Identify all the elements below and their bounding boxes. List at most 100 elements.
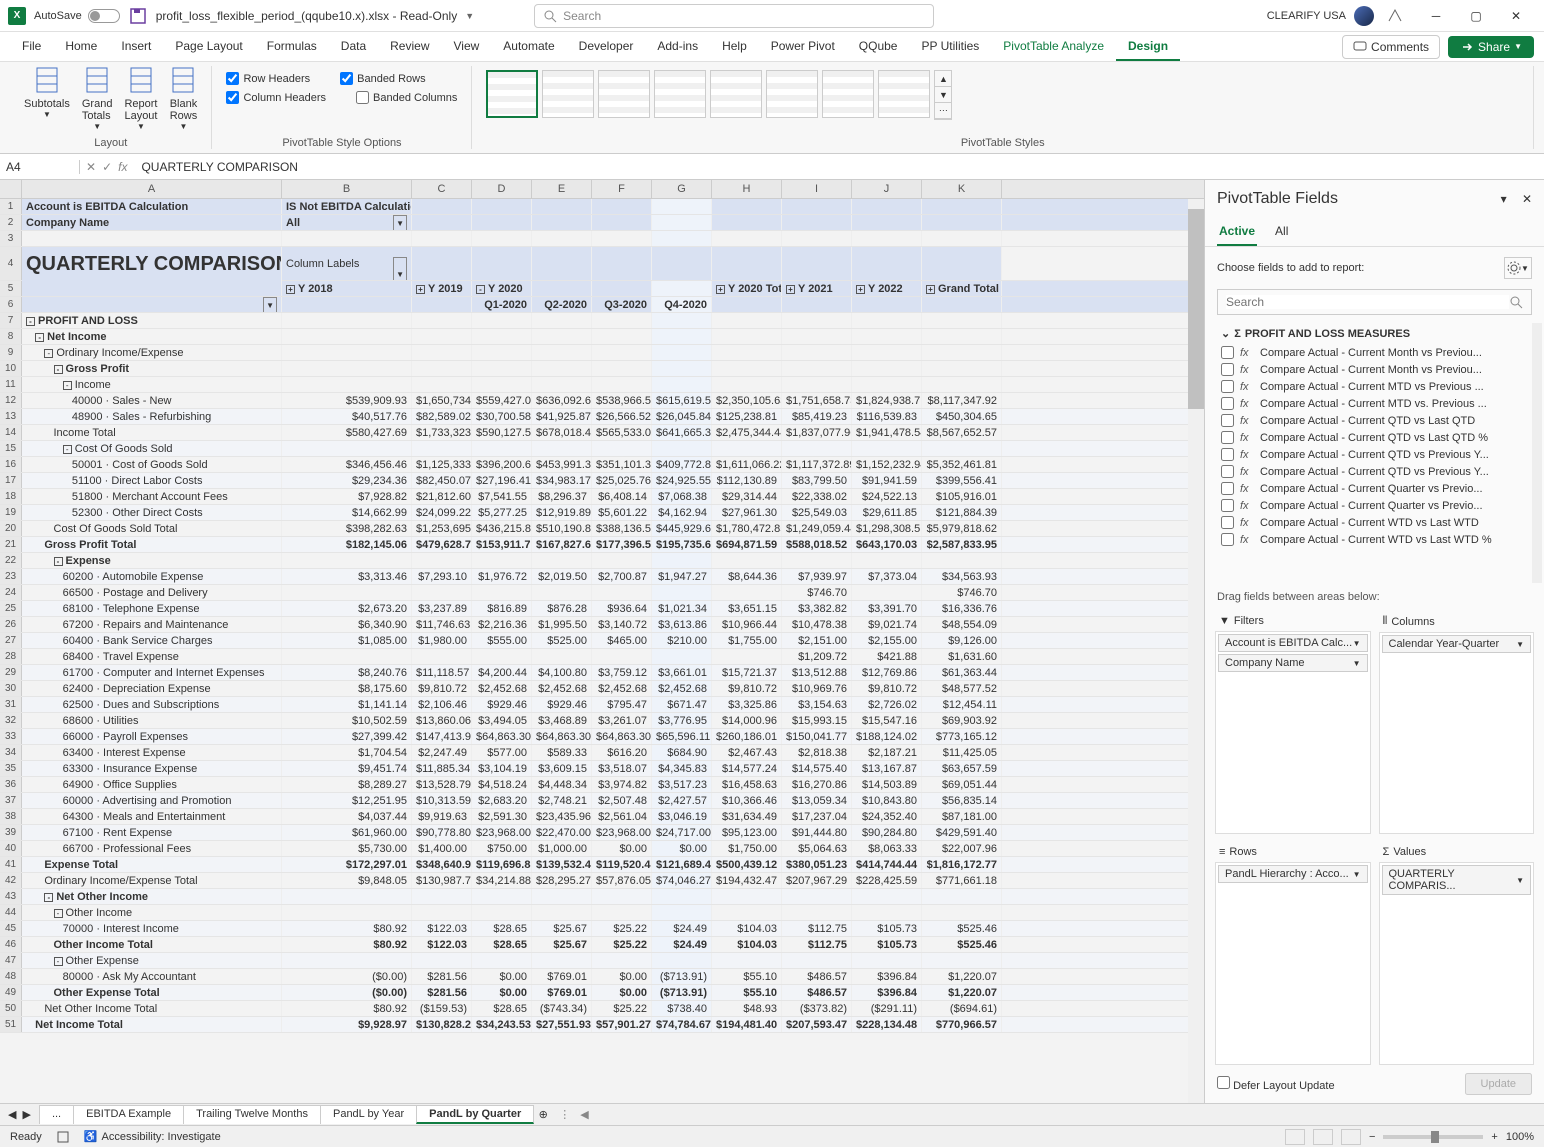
cell[interactable]: $678,018.47 (532, 425, 592, 440)
view-page-break-button[interactable] (1341, 1129, 1361, 1145)
cell[interactable]: $616.20 (592, 745, 652, 760)
cell[interactable]: $55.10 (712, 969, 782, 984)
cell[interactable]: $1,298,308.51 (852, 521, 922, 536)
row-header[interactable]: 38 (0, 809, 22, 824)
field-item[interactable]: fxCompare Actual - Current Quarter vs Pr… (1217, 497, 1532, 514)
cell[interactable]: $1,209.72 (782, 649, 852, 664)
cell[interactable]: $82,589.02 (412, 409, 472, 424)
cell[interactable]: 66700 · Professional Fees (22, 841, 282, 856)
cell[interactable]: $16,270.86 (782, 777, 852, 792)
zoom-in-icon[interactable]: + (1491, 1131, 1497, 1143)
view-page-layout-button[interactable] (1313, 1129, 1333, 1145)
cell[interactable]: Other Expense Total (22, 985, 282, 1000)
ribbon-tab-page-layout[interactable]: Page Layout (163, 33, 254, 61)
gallery-up-icon[interactable]: ▲ (935, 71, 951, 87)
cell[interactable] (532, 215, 592, 230)
cell[interactable]: -Expense (22, 553, 282, 568)
cell[interactable]: Q4-2020 (652, 297, 712, 312)
field-item[interactable]: fxCompare Actual - Current QTD vs Last Q… (1217, 429, 1532, 446)
cell[interactable]: $29,314.44 (712, 489, 782, 504)
cell[interactable] (712, 553, 782, 568)
cell[interactable]: $2,452.68 (592, 681, 652, 696)
cell[interactable]: $24,925.55 (652, 473, 712, 488)
cell[interactable] (652, 649, 712, 664)
cell[interactable]: Expense Total (22, 857, 282, 872)
account-avatar[interactable] (1354, 6, 1374, 26)
cell[interactable]: $2,561.04 (592, 809, 652, 824)
cell[interactable] (472, 905, 532, 920)
cell[interactable] (712, 377, 782, 392)
cell[interactable]: $3,154.63 (782, 697, 852, 712)
enter-icon[interactable]: ✓ (102, 160, 112, 174)
cell[interactable]: $615,619.51 (652, 393, 712, 408)
cell[interactable]: $10,478.38 (782, 617, 852, 632)
cell[interactable] (712, 953, 782, 968)
cell[interactable]: $119,696.83 (472, 857, 532, 872)
cell[interactable]: $1,220.07 (922, 969, 1002, 984)
area-pill[interactable]: Calendar Year-Quarter▼ (1382, 635, 1532, 653)
minimize-button[interactable]: ─ (1416, 0, 1456, 32)
cell[interactable]: $21,812.60 (412, 489, 472, 504)
cell[interactable]: $388,136.51 (592, 521, 652, 536)
cell[interactable] (412, 199, 472, 214)
cell[interactable]: $5,601.22 (592, 505, 652, 520)
cell[interactable]: $122.03 (412, 921, 472, 936)
cell[interactable]: $8,567,652.57 (922, 425, 1002, 440)
cell[interactable]: $10,502.59 (282, 713, 412, 728)
cell[interactable]: $3,661.01 (652, 665, 712, 680)
cell[interactable]: $16,336.76 (922, 601, 1002, 616)
cell[interactable]: $746.70 (782, 585, 852, 600)
cell[interactable]: $3,974.82 (592, 777, 652, 792)
field-item[interactable]: fxCompare Actual - Current Month vs Prev… (1217, 361, 1532, 378)
cell[interactable]: $28,295.27 (532, 873, 592, 888)
cell[interactable] (592, 553, 652, 568)
cell[interactable] (922, 953, 1002, 968)
cell[interactable]: $1,220.07 (922, 985, 1002, 1000)
cell[interactable]: -Other Income (22, 905, 282, 920)
cell[interactable]: $3,759.12 (592, 665, 652, 680)
field-item[interactable]: fxCompare Actual - Current QTD vs Last Q… (1217, 412, 1532, 429)
cell[interactable]: -PROFIT AND LOSS (22, 313, 282, 328)
cell[interactable] (852, 953, 922, 968)
cell[interactable]: $1,611,066.22 (712, 457, 782, 472)
cell[interactable]: $770,966.57 (922, 1017, 1002, 1032)
ribbon-tab-pivottable-analyze[interactable]: PivotTable Analyze (991, 33, 1116, 61)
cell[interactable]: $15,993.15 (782, 713, 852, 728)
cell[interactable]: $24,717.00 (652, 825, 712, 840)
row-header[interactable]: 2 (0, 215, 22, 230)
cell[interactable]: $4,100.80 (532, 665, 592, 680)
row-header[interactable]: 42 (0, 873, 22, 888)
cell[interactable]: $8,117,347.92 (922, 393, 1002, 408)
cell[interactable]: $3,517.23 (652, 777, 712, 792)
cell[interactable] (652, 231, 712, 246)
cell[interactable] (712, 889, 782, 904)
area-pill[interactable]: Account is EBITDA Calc...▼ (1218, 634, 1368, 652)
cell[interactable]: $105.73 (852, 937, 922, 952)
ribbon-mode-icon[interactable] (1386, 7, 1404, 25)
cell[interactable] (22, 281, 282, 296)
cell[interactable]: $396,200.66 (472, 457, 532, 472)
cell[interactable] (652, 361, 712, 376)
cell[interactable]: $398,282.63 (282, 521, 412, 536)
cell[interactable]: $3,046.19 (652, 809, 712, 824)
cell[interactable] (782, 377, 852, 392)
cell[interactable]: $125,238.81 (712, 409, 782, 424)
cell[interactable]: 40000 · Sales - New (22, 393, 282, 408)
ribbon-tab-add-ins[interactable]: Add-ins (645, 33, 710, 61)
cell[interactable]: $23,968.00 (472, 825, 532, 840)
field-item[interactable]: fxCompare Actual - Current MTD vs. Previ… (1217, 395, 1532, 412)
cell[interactable] (922, 313, 1002, 328)
fields-search[interactable] (1217, 289, 1532, 315)
cell[interactable] (592, 649, 652, 664)
cell[interactable] (592, 377, 652, 392)
cell[interactable] (852, 297, 922, 312)
cell[interactable] (592, 215, 652, 230)
ribbon-button-blank-rows[interactable]: BlankRows▼ (169, 66, 197, 131)
cell[interactable]: 66500 · Postage and Delivery (22, 585, 282, 600)
cell[interactable]: 67100 · Rent Expense (22, 825, 282, 840)
cell[interactable]: $8,296.37 (532, 489, 592, 504)
cell[interactable]: $104.03 (712, 921, 782, 936)
cell[interactable]: -Other Expense (22, 953, 282, 968)
cell[interactable]: $82,450.07 (412, 473, 472, 488)
cell[interactable] (412, 297, 472, 312)
